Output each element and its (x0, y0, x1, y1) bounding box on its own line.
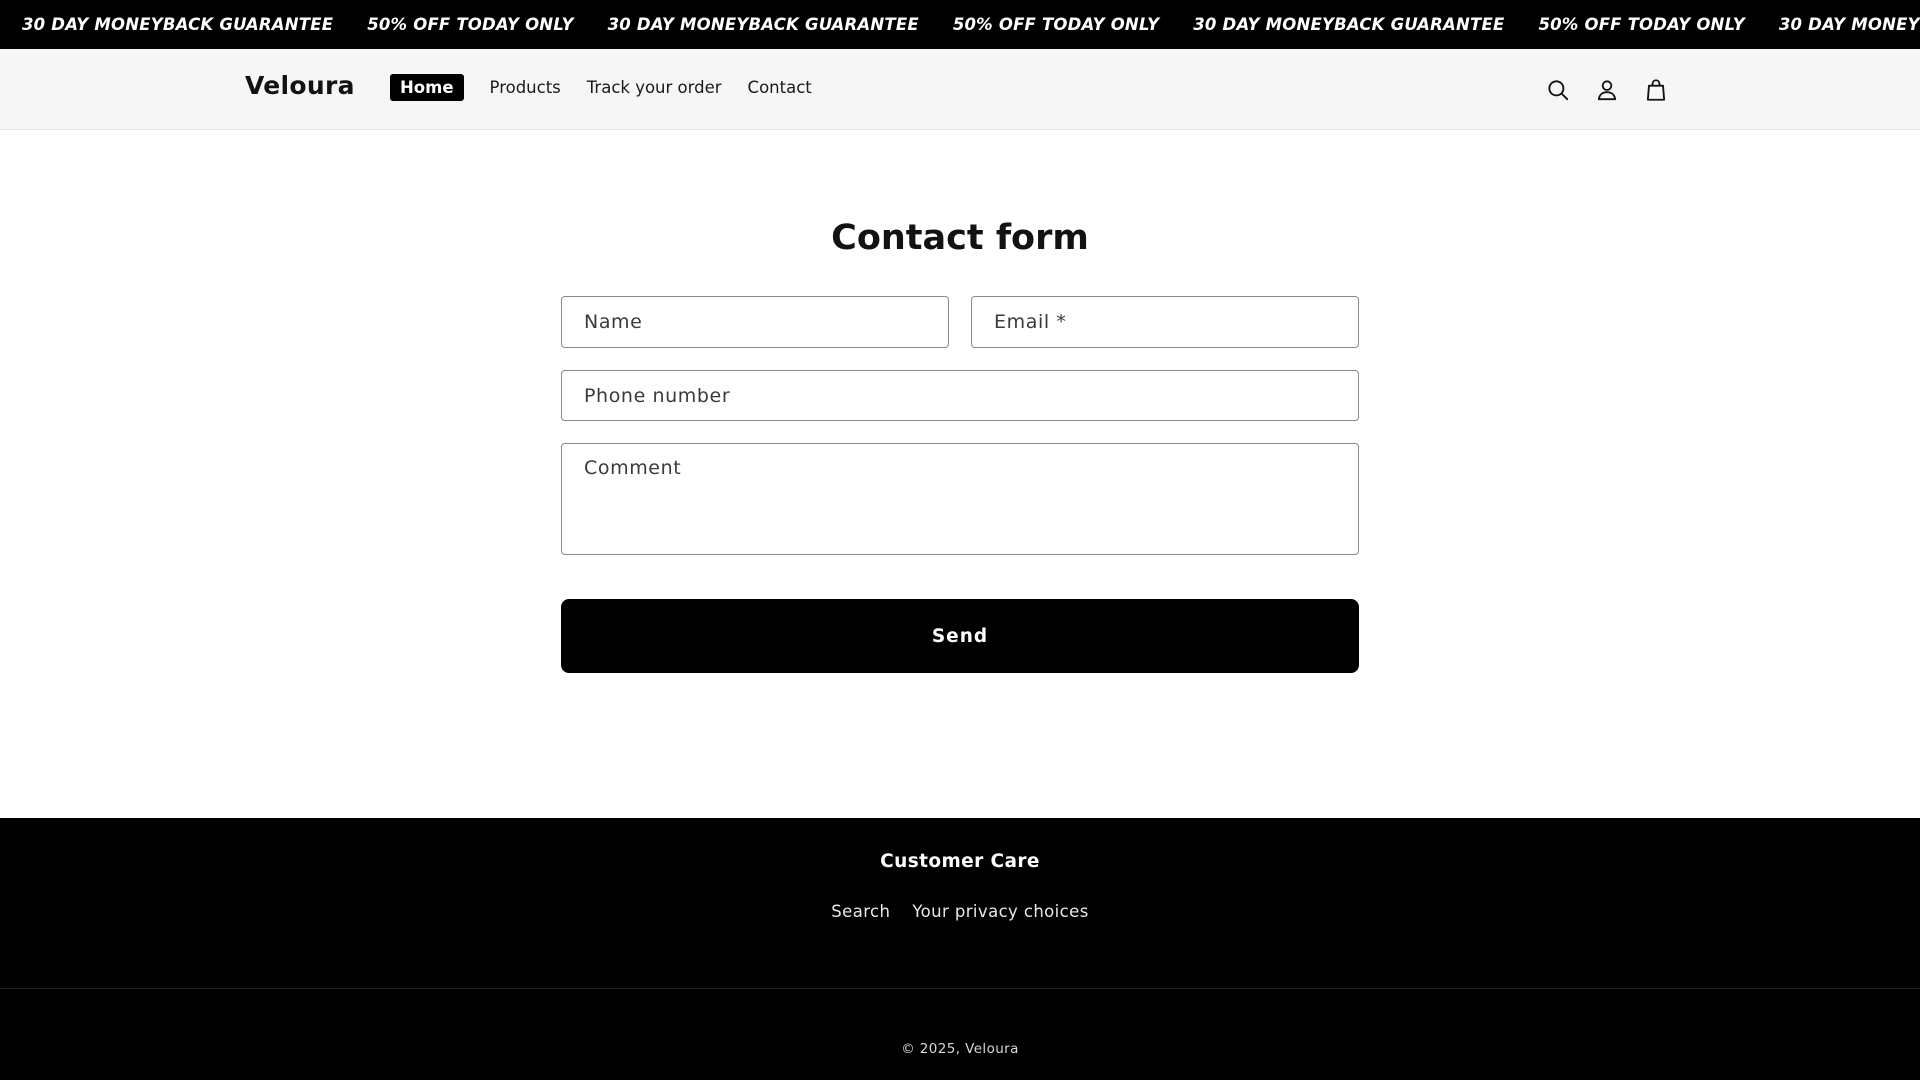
announcement-item: 30 DAY MONEYBACK GUARANTEE (607, 15, 919, 34)
name-input[interactable] (562, 297, 948, 347)
header-icons (1543, 75, 1690, 105)
announcement-item: 30 DAY MONEYBACK GUARANTEE (22, 15, 334, 34)
cart-icon[interactable] (1641, 75, 1671, 105)
announcement-item: 30 DAY MONEYBACK GUARANTEE (1778, 15, 1920, 34)
name-field (561, 296, 949, 348)
copyright: © 2025, Veloura (0, 1041, 1920, 1057)
announcement-item: 30 DAY MONEYBACK GUARANTEE (1193, 15, 1505, 34)
phone-input[interactable] (562, 371, 1358, 420)
site-logo[interactable]: Veloura (245, 71, 355, 100)
footer-heading: Customer Care (880, 851, 1040, 872)
announcement-item: 50% OFF TODAY ONLY (1538, 15, 1745, 34)
comment-textarea[interactable] (562, 444, 1358, 554)
email-field (971, 296, 1359, 348)
announcement-bar: 30 DAY MONEYBACK GUARANTEE 50% OFF TODAY… (0, 0, 1920, 49)
announcement-item: 50% OFF TODAY ONLY (367, 15, 574, 34)
email-input[interactable] (972, 297, 1358, 347)
nav-link-products[interactable]: Products (490, 78, 561, 97)
footer-link-privacy-choices[interactable]: Your privacy choices (912, 902, 1088, 921)
account-icon[interactable] (1592, 75, 1622, 105)
copyright-brand-link[interactable]: Veloura (965, 1041, 1019, 1057)
nav-link-home[interactable]: Home (390, 74, 464, 101)
site-footer: Customer Care Search Your privacy choice… (0, 818, 1920, 1080)
announcement-track: 30 DAY MONEYBACK GUARANTEE 50% OFF TODAY… (0, 0, 1920, 49)
announcement-item: 50% OFF TODAY ONLY (952, 15, 1160, 34)
send-button[interactable]: Send (561, 599, 1359, 673)
copyright-prefix: © 2025, (901, 1041, 966, 1057)
comment-field (561, 443, 1359, 555)
footer-link-search[interactable]: Search (831, 902, 890, 921)
nav-link-contact[interactable]: Contact (748, 78, 812, 97)
phone-field (561, 370, 1359, 421)
footer-links: Search Your privacy choices (0, 902, 1920, 921)
page-title: Contact form (831, 218, 1089, 258)
site-header: Veloura Home Products Track your order C… (0, 49, 1920, 130)
footer-divider (0, 988, 1920, 989)
main-nav: Home Products Track your order Contact (390, 74, 838, 101)
nav-link-track-order[interactable]: Track your order (587, 78, 722, 97)
search-icon[interactable] (1543, 75, 1573, 105)
